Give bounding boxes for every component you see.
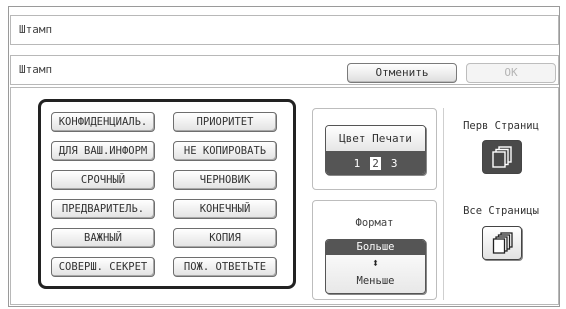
print-color-options: 1 2 3	[326, 151, 425, 174]
first-page-label: Перв Страниц	[463, 120, 539, 132]
stamp-button-preliminary[interactable]: ПРЕДВАРИТЕЛЬ.	[51, 199, 155, 219]
first-page-button[interactable]	[482, 140, 522, 174]
stamp-button-draft[interactable]: ЧЕРНОВИК	[173, 170, 277, 190]
print-color-group: Цвет Печати 1 2 3	[312, 108, 437, 190]
stamp-button-please-reply[interactable]: ПОЖ. ОТВЕТЬТЕ	[173, 257, 277, 277]
ok-button[interactable]: OK	[466, 63, 556, 83]
pages-stack-icon	[492, 232, 513, 254]
window-title: Штамп	[19, 23, 53, 36]
header-row: Штамп Отменить OK	[10, 55, 559, 85]
header-label: Штамп	[19, 63, 53, 76]
stamp-button-urgent[interactable]: СРОЧНЫЙ	[51, 170, 155, 190]
title-bar: Штамп	[10, 15, 559, 45]
stamp-button-priority[interactable]: ПРИОРИТЕТ	[173, 112, 277, 132]
stamp-button-top-secret[interactable]: СОВЕРШ. СЕКРЕТ	[51, 257, 155, 277]
stamp-screen: Штамп Штамп Отменить OK КОНФИДЕНЦИАЛЬ. Д…	[8, 6, 560, 307]
stamp-button-final[interactable]: КОНЕЧНЫЙ	[173, 199, 277, 219]
print-color-option-2-selected: 2	[370, 157, 381, 170]
pages-stack-icon	[492, 146, 512, 168]
all-pages-button[interactable]	[482, 226, 522, 260]
cancel-button[interactable]: Отменить	[347, 63, 457, 83]
print-color-label: Цвет Печати	[326, 126, 425, 151]
format-label: Формат	[355, 217, 394, 229]
divider	[443, 108, 444, 300]
stamp-button-important[interactable]: ВАЖНЫЙ	[51, 228, 155, 248]
format-option-larger: Больше	[326, 240, 425, 255]
format-option-smaller: Меньше	[356, 275, 395, 287]
print-color-option-3: 3	[390, 157, 398, 170]
stamp-button-confidential[interactable]: КОНФИДЕНЦИАЛЬ.	[51, 112, 155, 132]
print-color-button[interactable]: Цвет Печати 1 2 3	[325, 125, 426, 175]
stamp-button-copy[interactable]: КОПИЯ	[173, 228, 277, 248]
settings-panel: КОНФИДЕНЦИАЛЬ. ДЛЯ ВАШ.ИНФОРМ СРОЧНЫЙ ПР…	[10, 87, 559, 305]
stamp-button-for-your-info[interactable]: ДЛЯ ВАШ.ИНФОРМ	[51, 141, 155, 161]
stamp-selection-group: КОНФИДЕНЦИАЛЬ. ДЛЯ ВАШ.ИНФОРМ СРОЧНЫЙ ПР…	[38, 99, 296, 289]
up-down-arrows-icon: ⬍	[371, 256, 380, 270]
format-toggle-button[interactable]: Больше ⬍ Меньше	[325, 239, 426, 294]
all-pages-label: Все Страницы	[463, 205, 539, 217]
stamp-button-do-not-copy[interactable]: НЕ КОПИРОВАТЬ	[173, 141, 277, 161]
format-group: Формат Больше ⬍ Меньше	[312, 200, 437, 300]
print-color-option-1: 1	[353, 157, 361, 170]
